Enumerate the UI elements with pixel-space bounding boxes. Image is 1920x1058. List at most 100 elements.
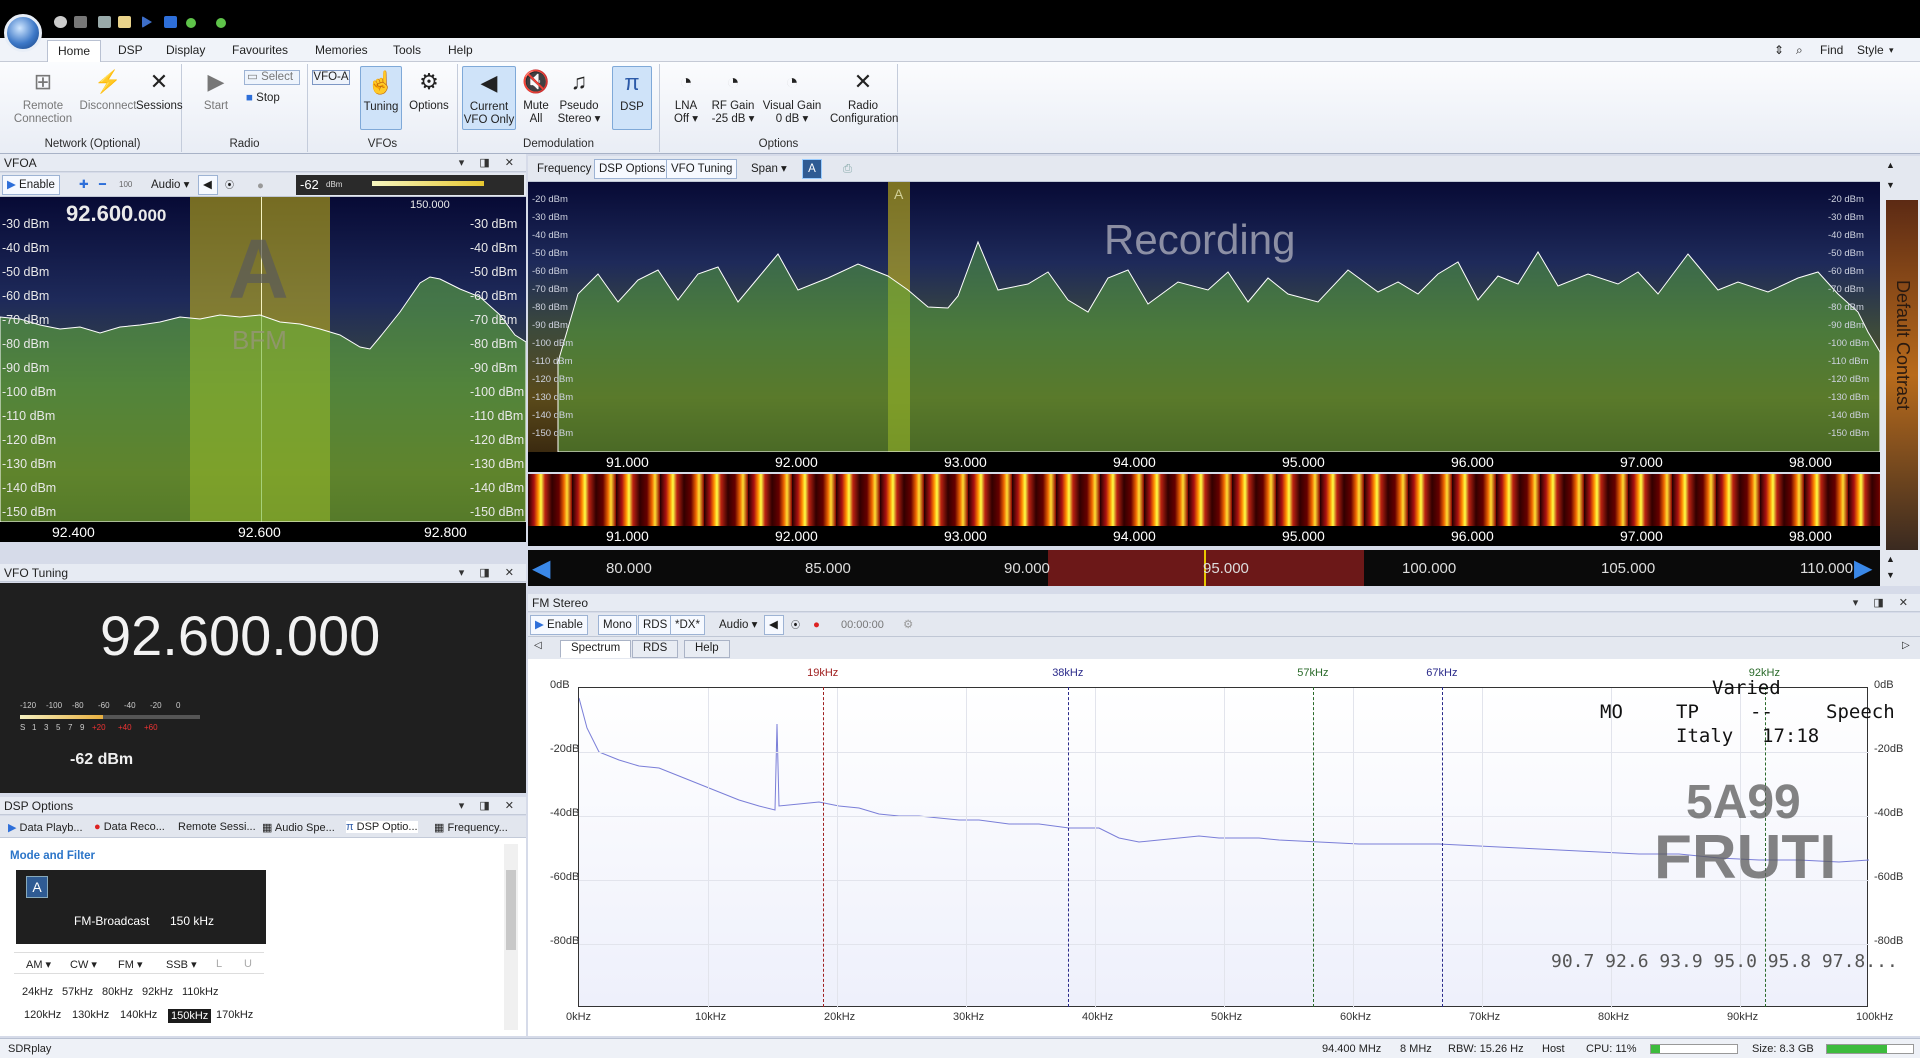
- scroll-down-icon[interactable]: ▼: [1886, 180, 1895, 190]
- enable-button[interactable]: ▶ Enable: [2, 175, 60, 195]
- tab-memories[interactable]: Memories: [315, 43, 368, 57]
- mono-button[interactable]: Mono: [598, 615, 637, 635]
- mute-all-button[interactable]: 🔇 Mute All: [518, 66, 554, 126]
- fm-audio-dropdown[interactable]: Audio ▾: [714, 615, 762, 635]
- start-button[interactable]: ▶ Start: [196, 66, 236, 113]
- green-dot-icon[interactable]: [216, 18, 226, 28]
- minus-icon[interactable]: ━: [94, 175, 111, 195]
- scroll-left-icon[interactable]: ◀: [532, 554, 558, 582]
- scroll-right-icon[interactable]: ▶: [1854, 554, 1880, 582]
- lna-button[interactable]: ◔ LNA Off ▾: [668, 66, 704, 126]
- bandwidth-button[interactable]: 110kHz: [182, 986, 218, 998]
- tab-dsp[interactable]: DSP: [118, 43, 143, 57]
- stop-button[interactable]: ■ Stop: [246, 92, 302, 105]
- sessions-button[interactable]: ✕ Sessions: [136, 66, 183, 113]
- gear-icon[interactable]: ⚙: [898, 615, 918, 635]
- tuning-button[interactable]: ☝ Tuning: [360, 66, 402, 130]
- remote-connection-button[interactable]: ⊞ Remote Connection: [8, 66, 78, 126]
- tab-vfo-tuning-view[interactable]: VFO Tuning: [666, 159, 738, 179]
- chevron-left-icon[interactable]: ◁: [534, 640, 542, 651]
- visual-gain-button[interactable]: ◔ Visual Gain 0 dB ▾: [760, 66, 824, 126]
- cw-dropdown[interactable]: CW ▾: [70, 958, 97, 971]
- bandwidth-button[interactable]: 57kHz: [62, 986, 93, 998]
- record-icon[interactable]: ⦿: [220, 175, 239, 195]
- tab-frequency[interactable]: ▦ Frequency...: [434, 821, 508, 834]
- scrollbar-thumb[interactable]: [506, 870, 516, 950]
- tab-audio-spectrum[interactable]: ▦ Audio Spe...: [262, 821, 335, 834]
- usb-button[interactable]: U: [244, 958, 252, 970]
- dot-icon[interactable]: ●: [252, 176, 269, 196]
- disconnect-button[interactable]: ⚡ Disconnect: [76, 66, 140, 113]
- network-icon[interactable]: [74, 16, 87, 28]
- app-logo[interactable]: [4, 14, 42, 52]
- vfo-a-button[interactable]: VFO-A: [312, 70, 350, 85]
- tab-frequency-view[interactable]: Frequency: [532, 159, 596, 179]
- panel-controls-icon[interactable]: ▾ ◨ ✕: [459, 566, 520, 579]
- scroll-arrows-icon[interactable]: ⇕: [1774, 43, 1784, 57]
- tab-spectrum[interactable]: Spectrum: [560, 640, 632, 658]
- tab-favourites[interactable]: Favourites: [232, 43, 288, 57]
- chevron-down-icon[interactable]: ▾: [1889, 45, 1894, 56]
- bandwidth-button[interactable]: 92kHz: [142, 986, 173, 998]
- scroll-up-icon[interactable]: ▲: [1886, 160, 1895, 170]
- search-icon[interactable]: ⌕: [1796, 43, 1803, 58]
- bandwidth-button[interactable]: 130kHz: [72, 1009, 109, 1021]
- rds-button[interactable]: RDS: [638, 615, 673, 635]
- plus-icon[interactable]: ✚: [74, 175, 94, 195]
- tuning-frequency[interactable]: 92.600.000: [100, 603, 380, 668]
- scroll-up-icon[interactable]: ▲: [1886, 554, 1895, 564]
- pen-icon[interactable]: [98, 16, 111, 28]
- tab-tools[interactable]: Tools: [393, 43, 421, 57]
- tab-rds[interactable]: RDS: [632, 640, 679, 658]
- bandwidth-button[interactable]: 80kHz: [102, 986, 133, 998]
- pseudo-stereo-button[interactable]: ♫ Pseudo Stereo ▾: [556, 66, 602, 126]
- overview-bar[interactable]: ◀ 80.000 85.000 90.000 95.000 100.000 105.000…: [528, 550, 1880, 586]
- panel-controls-icon[interactable]: ▾ ◨ ✕: [459, 156, 520, 169]
- span-dropdown[interactable]: Span ▾: [746, 159, 792, 179]
- main-spectrum[interactable]: A Recording -20 dBm -30 dBm -40 dBm -50 dBm…: [528, 182, 1880, 452]
- panel-controls-icon[interactable]: ▾ ◨ ✕: [1853, 596, 1914, 609]
- tab-fm-help[interactable]: Help: [684, 640, 730, 658]
- current-vfo-only-button[interactable]: ◀ Current VFO Only: [462, 66, 516, 130]
- stop-icon[interactable]: [164, 16, 177, 28]
- audio-dropdown[interactable]: Audio ▾: [146, 175, 194, 195]
- contrast-slider[interactable]: Default Contrast: [1886, 200, 1918, 550]
- green-dot-icon[interactable]: [186, 18, 196, 28]
- tab-remote-sessions[interactable]: Remote Sessi...: [178, 821, 256, 833]
- fm-enable-button[interactable]: ▶ Enable: [530, 615, 588, 635]
- dx-button[interactable]: *DX*: [670, 615, 705, 635]
- speaker-icon[interactable]: ◀: [198, 175, 218, 195]
- panel-controls-icon[interactable]: ▾ ◨ ✕: [459, 799, 520, 812]
- rf-gain-button[interactable]: ◔ RF Gain -25 dB ▾: [708, 66, 758, 126]
- bandwidth-button[interactable]: 170kHz: [216, 1009, 253, 1021]
- scroll-down-icon[interactable]: ▼: [1886, 570, 1895, 580]
- record-icon[interactable]: ●: [808, 615, 825, 635]
- lsb-button[interactable]: L: [216, 958, 222, 970]
- tab-display[interactable]: Display: [166, 43, 205, 57]
- find-button[interactable]: Find: [1820, 43, 1843, 57]
- waterfall[interactable]: [528, 474, 1880, 526]
- options-button[interactable]: ⚙ Options: [406, 66, 452, 113]
- bandwidth-button[interactable]: 150kHz: [168, 1009, 212, 1023]
- step-label[interactable]: 100: [114, 175, 137, 195]
- tab-help[interactable]: Help: [448, 43, 473, 57]
- play-icon[interactable]: [142, 16, 152, 28]
- tab-data-record[interactable]: ● Data Reco...: [94, 821, 165, 833]
- tab-home[interactable]: Home: [47, 40, 102, 63]
- ssb-dropdown[interactable]: SSB ▾: [166, 958, 197, 971]
- tab-dsp-options-view[interactable]: DSP Options: [594, 159, 671, 179]
- chevron-right-icon[interactable]: ▷: [1902, 640, 1910, 651]
- vfoa-spectrum[interactable]: A BFM 92.600.000 150.000 -30 dBm -40 dBm -…: [0, 197, 526, 542]
- print-icon[interactable]: ⎙: [838, 159, 857, 179]
- vfo-a-selector[interactable]: A: [802, 159, 822, 179]
- style-button[interactable]: Style: [1857, 43, 1884, 57]
- radio-configuration-button[interactable]: ✕ Radio Configuration: [830, 66, 898, 126]
- settings-icon[interactable]: [54, 16, 67, 28]
- bandwidth-button[interactable]: 120kHz: [24, 1009, 61, 1021]
- bandwidth-button[interactable]: 140kHz: [120, 1009, 157, 1021]
- fm-spectrum[interactable]: 19kHz 38kHz 57kHz 67kHz 92kHz 0dB -20dB -40dB -…: [528, 659, 1920, 1036]
- fm-dropdown[interactable]: FM ▾: [118, 958, 142, 971]
- record-settings-icon[interactable]: ⦿: [786, 615, 805, 635]
- tab-data-playback[interactable]: ▶ Data Playb...: [8, 821, 83, 834]
- dsp-button[interactable]: π DSP: [612, 66, 652, 130]
